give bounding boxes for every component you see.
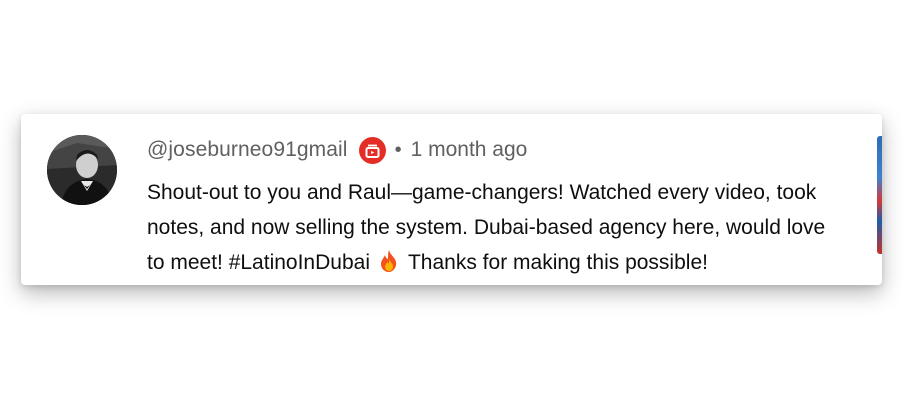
comment-body: Shout-out to you and Raul—game-changers!… (147, 175, 877, 280)
avatar-image (47, 135, 117, 205)
adjacent-thumbnail-edge (877, 136, 882, 254)
avatar[interactable] (47, 135, 117, 205)
comment-closing-text: Thanks for making this possible! (407, 251, 708, 274)
fire-icon (378, 249, 400, 273)
separator-dot: • (394, 138, 402, 161)
comment-meta: @joseburneo91gmail • 1 month ago (147, 135, 527, 165)
comment-line: notes, and now selling the system. Dubai… (147, 216, 826, 239)
comment-line: Shout-out to you and Raul—game-changers!… (147, 181, 817, 204)
comment-line: to meet! #LatinoInDubai Thanks for makin… (147, 245, 877, 280)
comment-card: @joseburneo91gmail • 1 month ago Shout-o… (21, 114, 882, 285)
author-handle[interactable]: @joseburneo91gmail (147, 138, 348, 162)
comment-hashtag-text: to meet! #LatinoInDubai (147, 251, 370, 274)
comment-timestamp[interactable]: 1 month ago (411, 138, 528, 162)
member-badge-icon (358, 136, 386, 164)
page-background: @joseburneo91gmail • 1 month ago Shout-o… (0, 0, 903, 400)
